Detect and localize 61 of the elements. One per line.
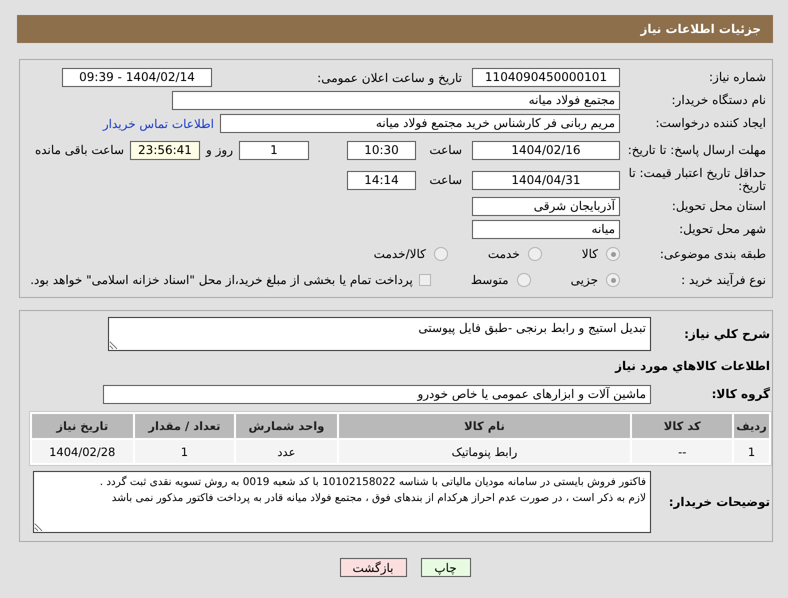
days-field: 1 xyxy=(239,140,309,160)
field-label: نام دستگاه خریدار: xyxy=(670,94,767,107)
field-label: طبقه بندی موضوعی: xyxy=(658,248,767,260)
column-header: تعداد / مقدار xyxy=(134,414,234,438)
field-label: گروه کالا: xyxy=(710,388,771,400)
time-label: ساعت xyxy=(428,173,462,187)
field-label: توضیحات خریدار: xyxy=(668,496,771,508)
radio-button[interactable] xyxy=(434,247,448,261)
field-label: شهر محل تحویل: xyxy=(678,223,767,236)
payment-note: پرداخت تمام یا بخشی از مبلغ خرید،از محل "اسناد خزانه اسلامی" خواهد بود. xyxy=(30,273,413,287)
need-number-field: 1104090450000101 xyxy=(472,68,620,87)
radio-button[interactable] xyxy=(516,273,531,287)
checkbox[interactable] xyxy=(418,274,431,286)
radio-button[interactable] xyxy=(528,247,542,261)
date-field: 1404/02/16 xyxy=(472,140,620,160)
column-header: نام کالا xyxy=(338,414,630,438)
radio-button[interactable] xyxy=(606,273,620,287)
table-cell: عدد xyxy=(236,440,336,463)
buyer-notes-field[interactable]: فاکتور فروش بایستی در سامانه مودیان مالیاتی با شناسه 10102158022 با کد شعبه 0019 به روش تسویه نقدی ثبت گردد . لازم به ذکر است ، در صورت عدم احراز هرکدام از بندهای فوق ، مجتمع فولاد میانه قادر به پرداخت فاکتور مذکور نمی باشد xyxy=(33,471,651,533)
field-label: ایجاد کننده درخواست: xyxy=(654,117,767,130)
field-label: شماره نیاز: xyxy=(708,71,767,84)
column-header: واحد شمارش xyxy=(236,414,336,438)
time-label: ساعت xyxy=(428,143,462,157)
option-label: جزیی xyxy=(570,273,598,287)
page-header: جزئیات اطلاعات نیاز xyxy=(17,15,773,43)
option-label: کالا xyxy=(582,247,598,261)
option-label: کالا/خدمت xyxy=(374,247,426,261)
table-cell: 1404/02/28 xyxy=(32,440,132,463)
description-field[interactable]: تبدیل استیج و رابط برنجی -طبق فایل پیوستی xyxy=(108,317,651,351)
city-field: میانه xyxy=(472,220,620,239)
field-label: شرح کلي نياز: xyxy=(683,328,771,340)
table-cell: 1 xyxy=(134,440,234,463)
table-cell: -- xyxy=(632,440,732,463)
column-header: ردیف xyxy=(734,414,769,438)
field-label: نوع فرآیند خرید : xyxy=(680,274,767,286)
column-header: تاریخ نیاز xyxy=(32,414,132,438)
time-field: 14:14 xyxy=(347,170,416,190)
print-button[interactable]: چاپ xyxy=(420,558,470,577)
contact-link[interactable]: اطلاعات تماس خریدار xyxy=(102,116,214,130)
requester-field: مریم ربانی فر کارشناس خرید مجتمع فولاد میانه xyxy=(220,114,620,133)
buyer-org-field: مجتمع فولاد میانه xyxy=(172,91,620,110)
column-header: کد کالا xyxy=(632,414,732,438)
province-field: آذربایجان شرقی xyxy=(472,197,620,216)
announce-date-field: 1404/02/14 - 09:39 xyxy=(62,68,212,87)
days-label: روز و xyxy=(206,143,233,157)
date-field: 1404/04/31 xyxy=(472,170,620,190)
back-button[interactable]: بازگشت xyxy=(340,558,406,577)
radio-button[interactable] xyxy=(606,247,620,261)
time-field: 10:30 xyxy=(347,140,416,160)
field-label: حداقل تاریخ اعتبار قیمت: تا تاریخ: xyxy=(628,167,767,193)
field-label: استان محل تحویل: xyxy=(670,200,767,213)
option-label: متوسط xyxy=(470,273,509,287)
section-title: اطلاعات کالاهاي مورد نياز xyxy=(614,360,771,372)
remaining-label: ساعت باقی مانده xyxy=(34,143,124,157)
field-label: مهلت ارسال پاسخ: تا تاریخ: xyxy=(626,144,767,156)
goods-group-field: ماشین آلات و ابزارهای عمومی یا خاص خودرو xyxy=(103,384,651,404)
remaining-time-field: 23:56:41 xyxy=(130,140,200,160)
table-cell: 1 xyxy=(734,440,769,463)
option-label: خدمت xyxy=(488,247,520,261)
field-label: تاریخ و ساعت اعلان عمومی: xyxy=(316,70,462,84)
table-cell: رابط پنوماتیک xyxy=(338,440,630,463)
